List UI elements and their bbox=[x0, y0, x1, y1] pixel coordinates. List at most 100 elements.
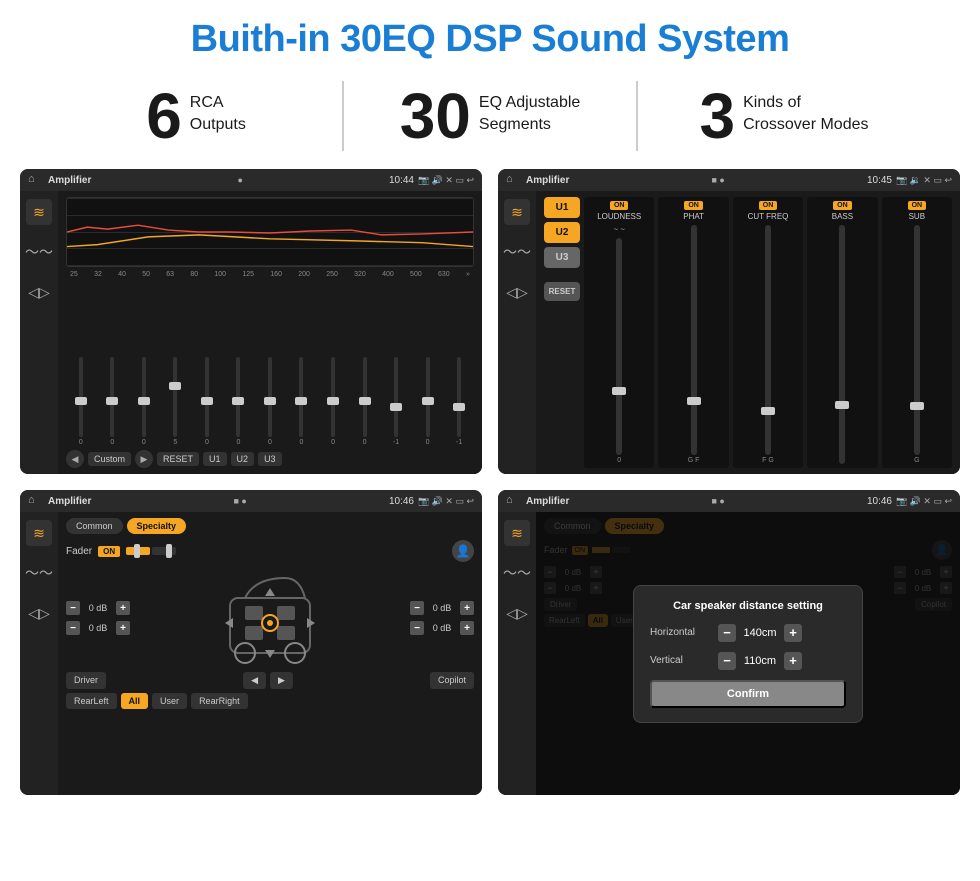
sidebar-vol-icon[interactable]: ◁▷ bbox=[26, 279, 52, 305]
eq-next-btn[interactable]: ▶ bbox=[135, 450, 153, 468]
dialog-ctrl-horizontal: − 140cm + bbox=[718, 624, 802, 642]
eq-slider-7[interactable]: 0 bbox=[287, 357, 317, 446]
ch-slider-loudness[interactable] bbox=[616, 238, 622, 455]
sidebar-eq-icon[interactable]: ≋ bbox=[26, 199, 52, 225]
eq-u3-btn[interactable]: U3 bbox=[258, 452, 282, 466]
speaker-row-rl: − 0 dB + bbox=[66, 621, 130, 635]
fader-main: Common Specialty Fader ON 👤 bbox=[58, 512, 482, 795]
screens-grid: ⌂ Amplifier ● 10:44 📷 🔊 ✕ ▭ ↩ ≋ 〜〜 ◁▷ bbox=[0, 165, 980, 805]
fader-tab-specialty[interactable]: Specialty bbox=[127, 518, 187, 534]
sidebar-vol-icon-4[interactable]: ◁▷ bbox=[504, 600, 530, 626]
fader-tab-common[interactable]: Common bbox=[66, 518, 123, 534]
ch-on-bass[interactable]: ON bbox=[833, 201, 852, 210]
sidebar-eq-icon-4[interactable]: ≋ bbox=[504, 520, 530, 546]
dialog-confirm-button[interactable]: Confirm bbox=[650, 680, 846, 708]
btn-left-arrow[interactable]: ◀ bbox=[243, 672, 266, 689]
speaker-fr-minus[interactable]: − bbox=[410, 601, 424, 615]
sidebar-eq-icon-2[interactable]: ≋ bbox=[504, 199, 530, 225]
topbar-dots-4: ■ ● bbox=[711, 496, 724, 506]
speaker-layout: − 0 dB + − 0 dB + bbox=[66, 568, 474, 668]
car-diagram bbox=[138, 568, 402, 668]
ch-slider-sub[interactable] bbox=[914, 225, 920, 455]
screen-eq: ⌂ Amplifier ● 10:44 📷 🔊 ✕ ▭ ↩ ≋ 〜〜 ◁▷ bbox=[20, 169, 482, 474]
speaker-fr-plus[interactable]: + bbox=[460, 601, 474, 615]
speaker-fl-db: 0 dB bbox=[83, 603, 113, 613]
speaker-rl-plus[interactable]: + bbox=[116, 621, 130, 635]
home-icon-1[interactable]: ⌂ bbox=[28, 173, 42, 187]
dialog-plus-horizontal[interactable]: + bbox=[784, 624, 802, 642]
eq-graph bbox=[66, 197, 474, 267]
preset-u3[interactable]: U3 bbox=[544, 247, 580, 268]
eq-custom-btn[interactable]: Custom bbox=[88, 452, 131, 466]
sidebar-vol-icon-2[interactable]: ◁▷ bbox=[504, 279, 530, 305]
speaker-rr-minus[interactable]: − bbox=[410, 621, 424, 635]
ch-label-loudness: LOUDNESS bbox=[597, 212, 641, 221]
topbar-3: ⌂ Amplifier ■ ● 10:46 📷 🔊 ✕ ▭ ↩ bbox=[20, 490, 482, 512]
dialog-minus-horizontal[interactable]: − bbox=[718, 624, 736, 642]
eq-red-curve bbox=[67, 198, 473, 266]
btn-rearleft[interactable]: RearLeft bbox=[66, 693, 117, 709]
eq-slider-5[interactable]: 0 bbox=[224, 357, 254, 446]
ch-slider-bass[interactable] bbox=[839, 225, 845, 464]
fader-tabs: Common Specialty bbox=[66, 518, 474, 534]
speaker-fl-plus[interactable]: + bbox=[116, 601, 130, 615]
ch-slider-phat[interactable] bbox=[691, 225, 697, 455]
btn-rearright[interactable]: RearRight bbox=[191, 693, 248, 709]
eq-slider-9[interactable]: 0 bbox=[350, 357, 380, 446]
screen-fader: ⌂ Amplifier ■ ● 10:46 📷 🔊 ✕ ▭ ↩ ≋ 〜〜 ◁▷ … bbox=[20, 490, 482, 795]
speaker-rr-plus[interactable]: + bbox=[460, 621, 474, 635]
speaker-fl-minus[interactable]: − bbox=[66, 601, 80, 615]
ch-on-loudness[interactable]: ON bbox=[610, 201, 629, 210]
eq-slider-10[interactable]: -1 bbox=[381, 357, 411, 446]
ch-on-phat[interactable]: ON bbox=[684, 201, 703, 210]
fader-on-badge[interactable]: ON bbox=[98, 546, 120, 557]
home-icon-2[interactable]: ⌂ bbox=[506, 173, 520, 187]
sidebar-wave-icon-3[interactable]: 〜〜 bbox=[26, 560, 52, 586]
fader-main-4: Common Specialty Fader ON 👤 − bbox=[536, 512, 960, 795]
eq-slider-1[interactable]: 0 bbox=[98, 357, 128, 446]
eq-prev-btn[interactable]: ◀ bbox=[66, 450, 84, 468]
sidebar-eq-icon-3[interactable]: ≋ bbox=[26, 520, 52, 546]
eq-reset-btn[interactable]: RESET bbox=[157, 452, 199, 466]
topbar-2: ⌂ Amplifier ■ ● 10:45 📷 🔉 ✕ ▭ ↩ bbox=[498, 169, 960, 191]
dialog-box: Car speaker distance setting Horizontal … bbox=[633, 585, 863, 723]
dialog-label-vertical: Vertical bbox=[650, 655, 710, 666]
preset-u2[interactable]: U2 bbox=[544, 222, 580, 243]
dialog-plus-vertical[interactable]: + bbox=[784, 652, 802, 670]
eq-slider-0[interactable]: 0 bbox=[66, 357, 96, 446]
btn-driver[interactable]: Driver bbox=[66, 672, 106, 689]
preset-u1[interactable]: U1 bbox=[544, 197, 580, 218]
eq-u1-btn[interactable]: U1 bbox=[203, 452, 227, 466]
screen-dialog: ⌂ Amplifier ■ ● 10:46 📷 🔊 ✕ ▭ ↩ ≋ 〜〜 ◁▷ … bbox=[498, 490, 960, 795]
ch-on-sub[interactable]: ON bbox=[908, 201, 927, 210]
ch-bass: ON BASS bbox=[807, 197, 877, 468]
eq-slider-12[interactable]: -1 bbox=[444, 357, 474, 446]
dialog-minus-vertical[interactable]: − bbox=[718, 652, 736, 670]
btn-all[interactable]: All bbox=[121, 693, 149, 709]
dialog-row-vertical: Vertical − 110cm + bbox=[650, 652, 846, 670]
eq-slider-11[interactable]: 0 bbox=[413, 357, 443, 446]
btn-right-arrow[interactable]: ▶ bbox=[270, 672, 293, 689]
home-icon-4[interactable]: ⌂ bbox=[506, 494, 520, 508]
home-icon-3[interactable]: ⌂ bbox=[28, 494, 42, 508]
screen-amp2: ⌂ Amplifier ■ ● 10:45 📷 🔉 ✕ ▭ ↩ ≋ 〜〜 ◁▷ … bbox=[498, 169, 960, 474]
eq-slider-4[interactable]: 0 bbox=[192, 357, 222, 446]
btn-copilot[interactable]: Copilot bbox=[430, 672, 474, 689]
amp2-reset-btn[interactable]: RESET bbox=[544, 282, 580, 301]
topbar-title-4: Amplifier bbox=[526, 496, 569, 507]
eq-slider-2[interactable]: 0 bbox=[129, 357, 159, 446]
sidebar-wave-icon[interactable]: 〜〜 bbox=[26, 239, 52, 265]
fader-person-icon[interactable]: 👤 bbox=[452, 540, 474, 562]
eq-slider-3[interactable]: 5 bbox=[161, 357, 191, 446]
eq-slider-6[interactable]: 0 bbox=[255, 357, 285, 446]
ch-on-cutfreq[interactable]: ON bbox=[759, 201, 778, 210]
speaker-rl-minus[interactable]: − bbox=[66, 621, 80, 635]
sidebar-wave-icon-2[interactable]: 〜〜 bbox=[504, 239, 530, 265]
topbar-title-2: Amplifier bbox=[526, 175, 569, 186]
eq-slider-8[interactable]: 0 bbox=[318, 357, 348, 446]
eq-u2-btn[interactable]: U2 bbox=[231, 452, 255, 466]
sidebar-wave-icon-4[interactable]: 〜〜 bbox=[504, 560, 530, 586]
sidebar-vol-icon-3[interactable]: ◁▷ bbox=[26, 600, 52, 626]
btn-user-fader[interactable]: User bbox=[152, 693, 187, 709]
ch-slider-cutfreq[interactable] bbox=[765, 225, 771, 455]
